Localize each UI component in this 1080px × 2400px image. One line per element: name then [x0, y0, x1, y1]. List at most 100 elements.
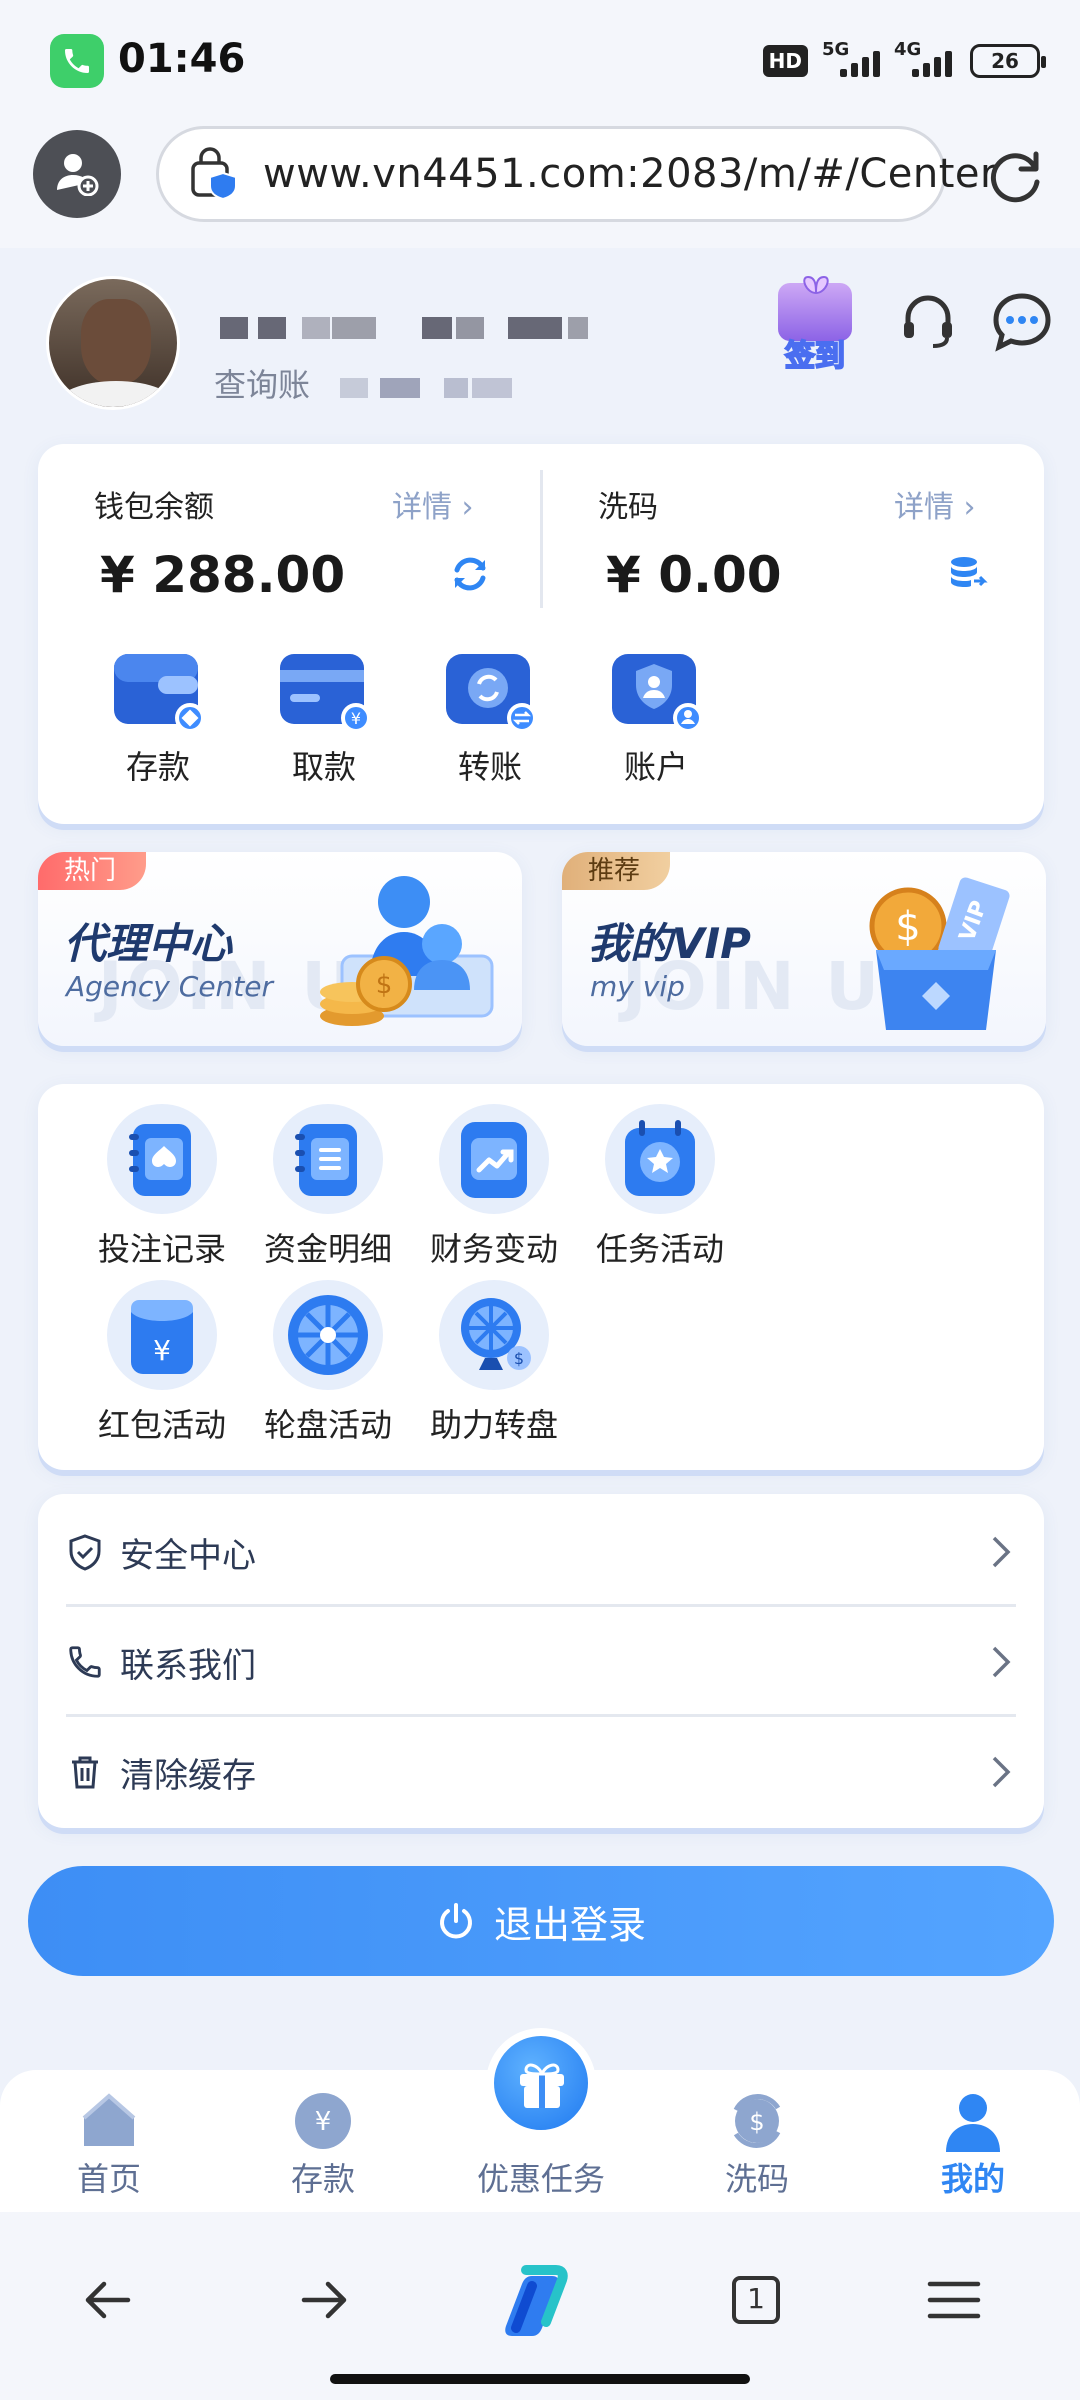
home-indicator[interactable]: [330, 2374, 750, 2384]
wallet-deposit-icon: [110, 648, 206, 736]
deposit-action[interactable]: 存款: [98, 648, 218, 788]
svg-text:$: $: [376, 970, 393, 1000]
status-bar: 01:46 HD 5G 4G 26: [0, 0, 1080, 120]
secure-lock-icon[interactable]: [189, 147, 243, 201]
browser-toolbar: 1: [0, 2212, 1080, 2400]
my-vip-banner[interactable]: JOIN US 推荐 我的VIP my vip $ VIP: [562, 852, 1046, 1046]
bet-record-entry[interactable]: 投注记录: [82, 1104, 242, 1270]
copilot-icon[interactable]: [496, 2258, 582, 2344]
vip-subtitle: my vip: [590, 970, 685, 1003]
rebate-detail-link[interactable]: 详情 ›: [894, 482, 976, 526]
rebate-icon: $: [724, 2088, 790, 2154]
deposit-icon: ¥: [290, 2088, 356, 2154]
svg-text:¥: ¥: [351, 709, 361, 728]
svg-text:$: $: [514, 1349, 524, 1368]
account-query-label: 查询账: [214, 366, 311, 404]
nav-home[interactable]: 首页: [34, 2088, 184, 2200]
reload-icon[interactable]: [980, 142, 1050, 212]
hot-badge: 热门: [38, 852, 147, 890]
nav-promo-label[interactable]: 优惠任务: [456, 2154, 626, 2200]
nav-mine[interactable]: 我的: [898, 2088, 1048, 2200]
menu-icon[interactable]: [924, 2270, 984, 2330]
logout-label: 退出登录: [493, 1902, 646, 1947]
message-icon[interactable]: [990, 290, 1054, 354]
withdraw-action[interactable]: ¥ 取款: [264, 648, 384, 788]
rebate-amount: ¥ 0.00: [606, 546, 782, 604]
balance-title: 钱包余额: [94, 490, 214, 525]
finance-change-icon: [439, 1104, 549, 1214]
wheel-activity-entry[interactable]: 轮盘活动: [248, 1280, 408, 1446]
svg-text:¥: ¥: [315, 2107, 332, 2137]
bet-record-icon: [107, 1104, 217, 1214]
services-grid: 投注记录 资金明细 财务变动 任务活动 ¥ 红包活动 轮盘活动 $ 助力转盘: [38, 1084, 1044, 1470]
url-text: www.vn4451.com:2083/m/#/Center: [263, 151, 997, 197]
fund-detail-entry[interactable]: 资金明细: [248, 1104, 408, 1270]
nav-deposit[interactable]: ¥ 存款: [248, 2088, 398, 2200]
menu-divider: [66, 1604, 1016, 1607]
finance-change-entry[interactable]: 财务变动: [414, 1104, 574, 1270]
clear-cache-item[interactable]: 清除缓存: [38, 1718, 1044, 1826]
svg-text:¥: ¥: [153, 1334, 171, 1367]
account-action[interactable]: 账户: [596, 648, 716, 788]
wallet-card: 钱包余额 详情 › ¥ 288.00 洗码 详情 › ¥ 0.00 存款 ¥ 取…: [38, 444, 1044, 824]
promo-task-button[interactable]: [486, 2028, 596, 2138]
customer-service-icon[interactable]: [896, 290, 960, 354]
balance-amount: ¥ 288.00: [100, 546, 346, 604]
phone-call-icon: [50, 34, 104, 88]
agency-figure-coins-icon: $: [312, 866, 502, 1036]
settings-menu: 安全中心 联系我们 清除缓存: [38, 1494, 1044, 1828]
logout-button[interactable]: 退出登录: [28, 1866, 1054, 1976]
agency-subtitle: Agency Center: [66, 970, 274, 1003]
power-icon: [440, 1903, 472, 1939]
signal-5g-icon: 5G: [822, 39, 880, 77]
shield-icon: [66, 1533, 104, 1571]
forward-arrow-icon[interactable]: [294, 2270, 354, 2330]
rebate-title: 洗码: [598, 490, 658, 525]
battery-indicator: 26: [970, 44, 1046, 78]
transfer-action[interactable]: 转账: [430, 648, 550, 788]
recommend-badge: 推荐: [562, 852, 671, 890]
signal-4g-icon: 4G: [894, 39, 956, 77]
phone-icon: [66, 1643, 104, 1681]
contact-us-item[interactable]: 联系我们: [38, 1608, 1044, 1716]
vip-box-icon: $ VIP: [836, 866, 1026, 1036]
agency-center-banner[interactable]: JOIN US 热门 代理中心 Agency Center $: [38, 852, 522, 1046]
url-field[interactable]: www.vn4451.com:2083/m/#/Center: [156, 126, 996, 222]
trash-icon: [66, 1753, 104, 1791]
chevron-right-icon: [990, 1754, 1014, 1790]
browser-url-bar: www.vn4451.com:2083/m/#/Center: [0, 120, 1080, 248]
balance-detail-link[interactable]: 详情 ›: [392, 482, 474, 526]
account-icon: [608, 648, 704, 736]
chevron-right-icon: [990, 1644, 1014, 1680]
tabs-button[interactable]: 1: [726, 2270, 786, 2330]
security-center-item[interactable]: 安全中心: [38, 1498, 1044, 1606]
nav-rebate[interactable]: $ 洗码: [682, 2088, 832, 2200]
wallet-divider: [540, 470, 543, 608]
browser-profile-button[interactable]: [33, 130, 121, 218]
red-packet-entry[interactable]: ¥ 红包活动: [82, 1280, 242, 1446]
red-packet-icon: ¥: [107, 1280, 217, 1390]
database-icon[interactable]: [948, 554, 988, 594]
card-withdraw-icon: ¥: [276, 648, 372, 736]
daily-signin-button[interactable]: 签到: [770, 275, 860, 375]
refresh-balance-icon[interactable]: [448, 552, 492, 596]
gift-icon: [520, 2063, 564, 2108]
fund-detail-icon: [273, 1104, 383, 1214]
assist-wheel-entry[interactable]: $ 助力转盘: [414, 1280, 574, 1446]
hd-badge: HD: [762, 45, 808, 77]
back-arrow-icon[interactable]: [78, 2270, 138, 2330]
menu-divider: [66, 1714, 1016, 1717]
svg-text:$: $: [895, 904, 920, 950]
task-activity-entry[interactable]: 任务活动: [580, 1104, 740, 1270]
svg-text:$: $: [749, 2108, 764, 2136]
transfer-icon: [442, 648, 538, 736]
tab-count: 1: [747, 2282, 765, 2315]
account-id-redacted: [340, 378, 540, 400]
clock: 01:46: [118, 36, 246, 82]
task-activity-icon: [605, 1104, 715, 1214]
home-icon: [76, 2088, 142, 2154]
assist-wheel-icon: $: [439, 1280, 549, 1390]
avatar[interactable]: [46, 276, 180, 410]
chevron-right-icon: [990, 1534, 1014, 1570]
vip-title: 我的VIP: [588, 919, 751, 968]
